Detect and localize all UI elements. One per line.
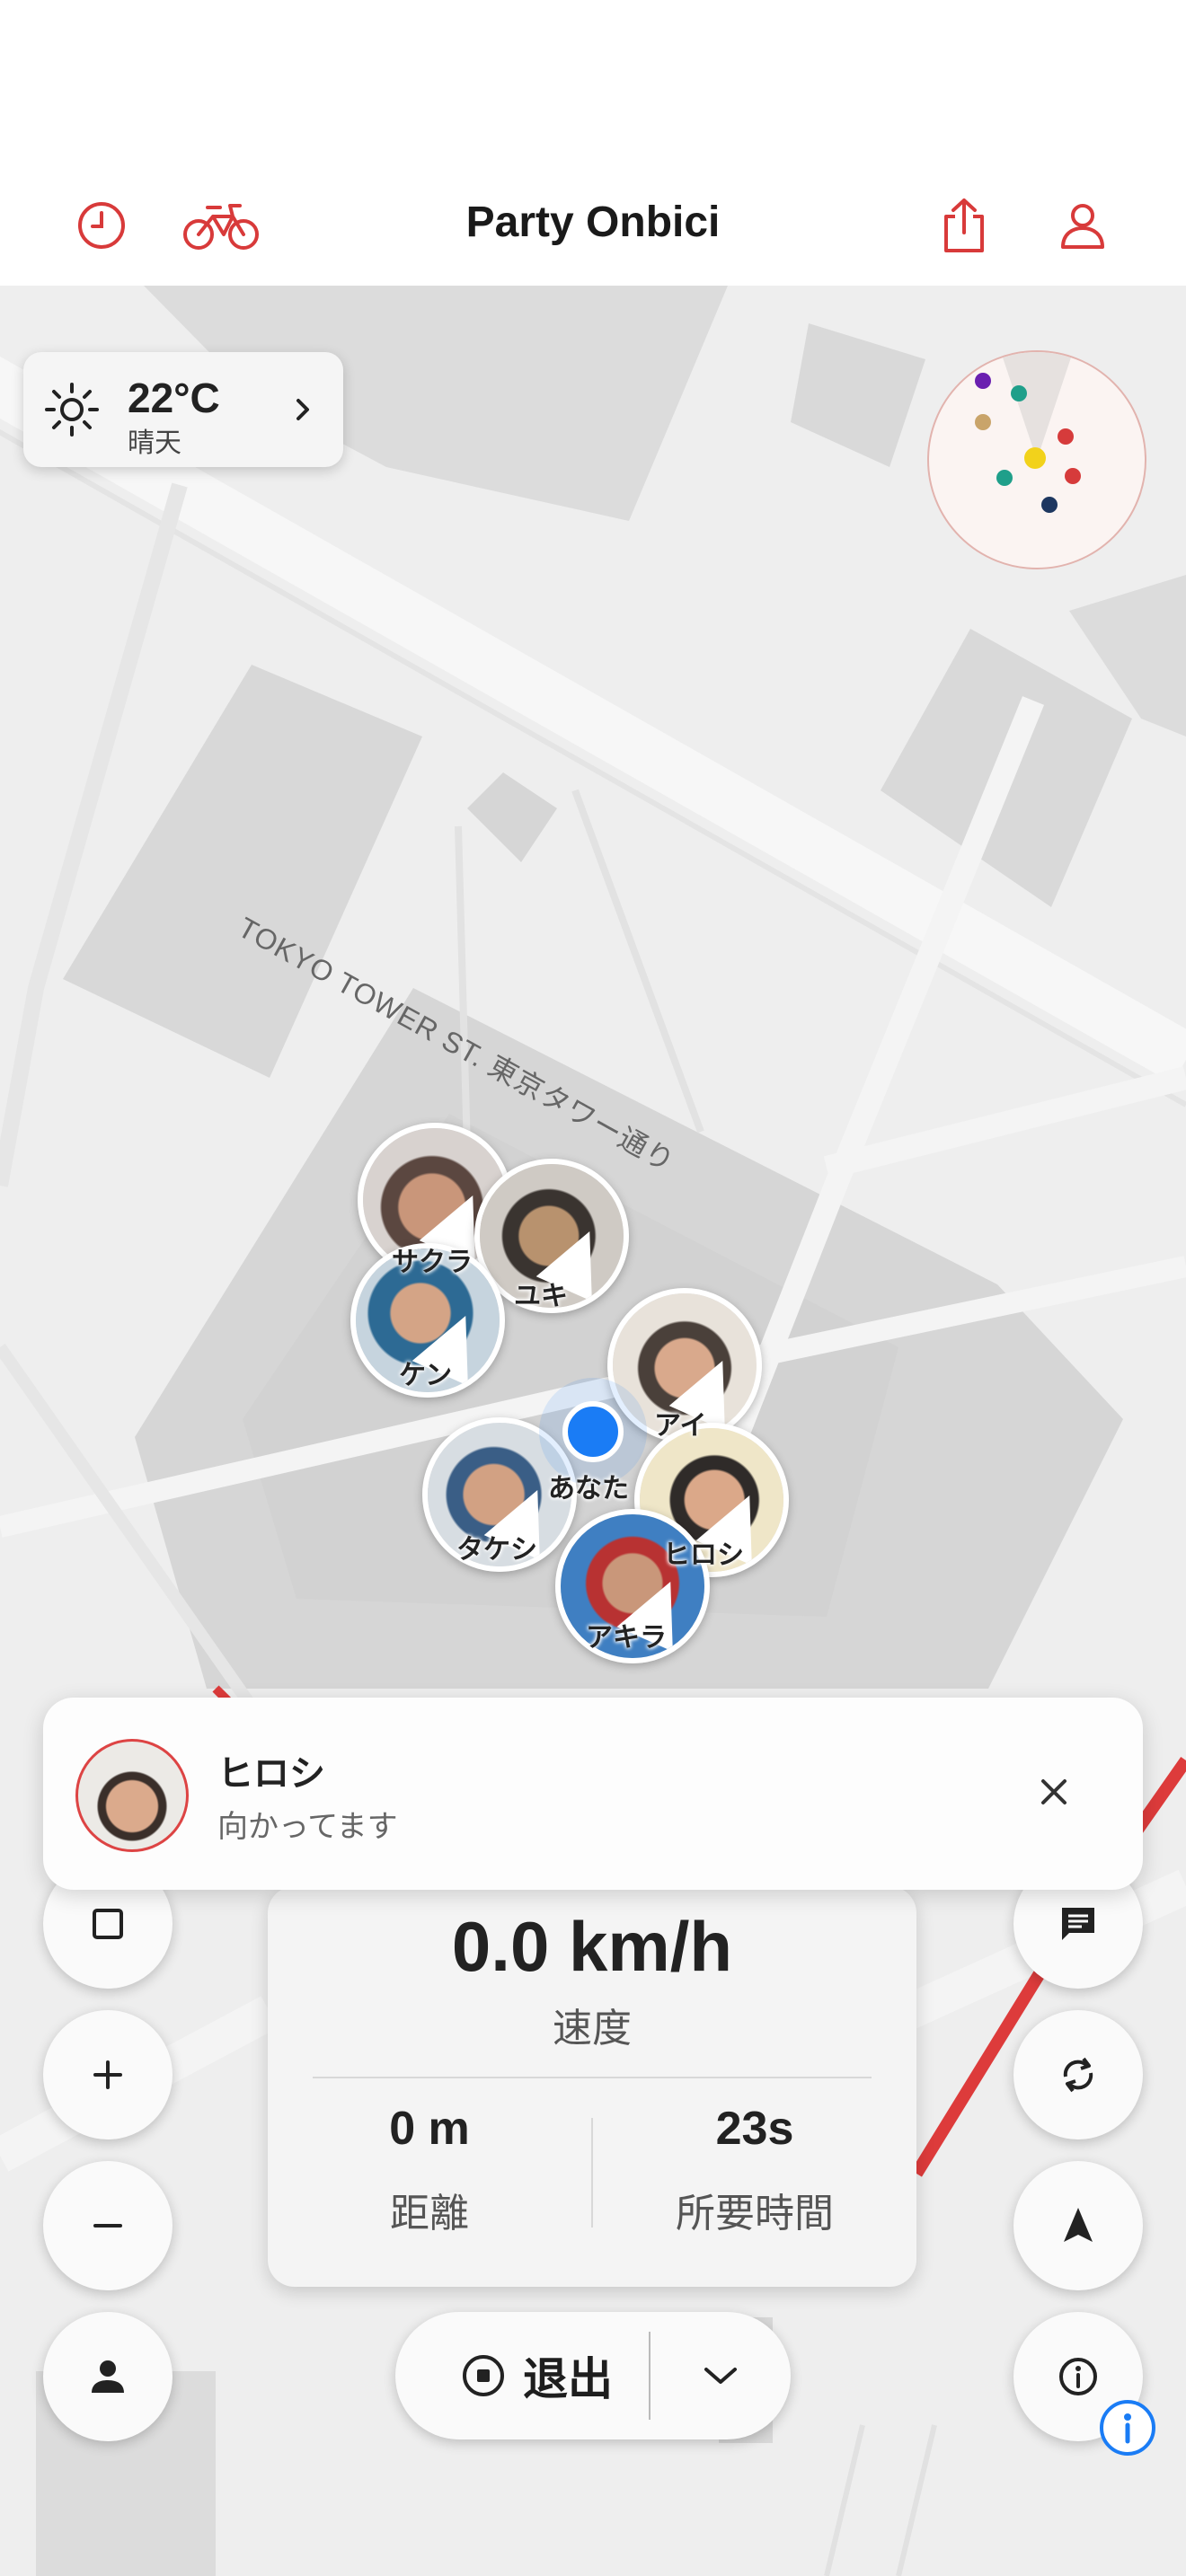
weather-temperature: 22°C [128,375,220,421]
profile-icon [1061,204,1104,249]
refresh-button[interactable] [1013,2010,1143,2139]
chevron-down-icon [704,2368,737,2384]
radar-minimap[interactable] [927,350,1146,569]
sun-icon [45,383,99,437]
app-header: Party Onbici [0,0,1186,286]
zoom-out-icon [93,2224,122,2228]
zoom-in-icon [93,2060,122,2089]
close-button[interactable] [1013,1751,1094,1832]
ride-stats-card: 0.0 km/h 速度 0 m 距離 23s 所要時間 [268,1886,916,2287]
rider-label: アイ [654,1411,707,1441]
weather-condition: 晴天 [128,428,181,458]
stop-circle-icon [463,2355,504,2396]
rider-notification[interactable]: ヒロシ 向かってます [43,1698,1143,1890]
duration-value: 23s [715,2103,794,2155]
radar-dots [975,352,1081,513]
rider-label: アキラ [586,1623,667,1653]
rider-label: タケシ [456,1535,537,1565]
exit-button[interactable]: 退出 [460,2312,613,2439]
notification-sender: ヒロシ [217,1754,325,1794]
chat-icon [1062,1908,1094,1940]
current-location-dot [562,1401,624,1462]
exit-label: 退出 [523,2354,613,2404]
info-icon [1059,2358,1097,2395]
rider-label: ユキ [514,1282,568,1311]
refresh-icon [1063,2057,1093,2093]
exit-control: 退出 [395,2312,791,2439]
divider [313,2077,872,2078]
distance-label: 距離 [390,2192,469,2236]
zoom-out-button[interactable] [43,2161,173,2290]
avatar [75,1739,189,1852]
self-label: あなた [548,1474,629,1504]
profile-button[interactable] [1042,185,1123,266]
map-attribution-button[interactable] [1098,2398,1157,2457]
page-title: Party Onbici [465,198,721,246]
stop-icon [93,1909,123,1939]
exit-options-button[interactable] [658,2312,783,2439]
weather-card[interactable]: 22°C 晴天 [23,352,343,467]
notification-message: 向かってます [217,1810,398,1844]
zoom-in-button[interactable] [43,2010,173,2139]
distance-value: 0 m [389,2103,470,2155]
divider [649,2332,651,2420]
info-icon [1100,2400,1155,2456]
chevron-right-icon [296,399,309,420]
rider-label: ヒロシ [663,1540,744,1570]
close-icon [1041,1779,1067,1804]
speed-value: 0.0 km/h [451,1907,733,1986]
share-button[interactable] [924,185,1005,266]
speed-label: 速度 [553,2007,632,2051]
navigate-button[interactable] [1013,2161,1143,2290]
rider-label: ケン [399,1361,453,1390]
navigate-icon [1064,2208,1093,2242]
rider-label: サクラ [392,1248,473,1277]
share-icon [944,198,984,252]
center-on-me-button[interactable] [43,2312,173,2441]
person-icon [92,2360,124,2393]
duration-label: 所要時間 [676,2192,834,2236]
